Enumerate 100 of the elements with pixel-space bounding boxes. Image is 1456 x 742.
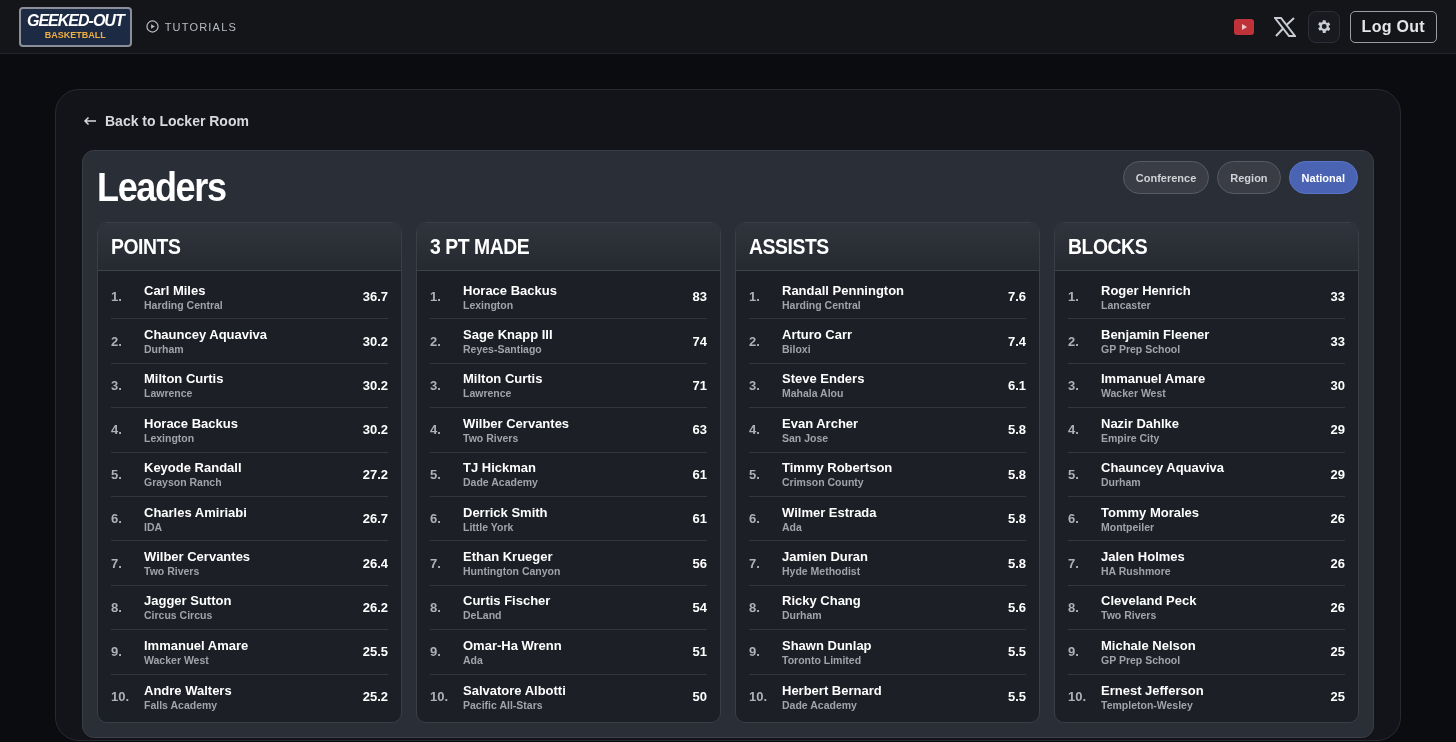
school-name: Dade Academy — [463, 476, 539, 489]
rank: 7. — [749, 555, 761, 571]
settings-button[interactable] — [1307, 10, 1340, 43]
rank: 10. — [1068, 689, 1088, 705]
school-name: Lawrence — [463, 387, 513, 400]
player-name: Ethan Krueger — [463, 549, 554, 565]
scope-tab[interactable]: Region — [1217, 161, 1281, 194]
school-name: Little York — [463, 520, 515, 533]
school-name: Montpeiler — [1101, 520, 1156, 533]
school-name: Dade Academy — [782, 698, 858, 711]
rank: 6. — [1068, 511, 1080, 527]
stat-value: 26 — [1330, 599, 1345, 615]
stat-value: 27.2 — [362, 466, 388, 482]
player-name: Roger Henrich — [1101, 282, 1192, 298]
log-out-button[interactable]: Log Out — [1349, 10, 1437, 43]
player-name: Curtis Fischer — [463, 593, 552, 609]
player-name: Milton Curtis — [463, 371, 544, 387]
stat-value: 25 — [1330, 689, 1345, 705]
school-name: Lawrence — [144, 387, 194, 400]
player-name: Wilmer Estrada — [782, 504, 878, 520]
tutorials-link[interactable]: TUTORIALS — [145, 20, 237, 33]
player-name: Immanuel Amare — [144, 637, 250, 653]
card-title: ASSISTS — [749, 233, 829, 260]
rank: 10. — [749, 689, 769, 705]
school-name: IDA — [144, 520, 164, 533]
player-name: Horace Backus — [144, 415, 239, 431]
player-name: Ricky Chang — [782, 593, 862, 609]
rank: 3. — [749, 377, 761, 393]
rank: 6. — [430, 511, 442, 527]
stat-value: 33 — [1330, 333, 1345, 349]
rank: 1. — [749, 289, 761, 305]
player-name: Nazir Dahlke — [1101, 415, 1181, 431]
scope-tab[interactable]: National — [1288, 161, 1358, 194]
school-name: Circus Circus — [144, 609, 214, 622]
stat-value: 7.6 — [1007, 289, 1026, 305]
rank: 2. — [749, 333, 761, 349]
player-name: Jamien Duran — [782, 549, 869, 565]
rank: 3. — [430, 377, 442, 393]
settings-icon — [1315, 18, 1333, 35]
school-name: Biloxi — [782, 343, 812, 356]
school-name: Two Rivers — [144, 565, 201, 578]
rank: 7. — [1068, 555, 1080, 571]
rank: 4. — [1068, 422, 1080, 438]
scope-tab[interactable]: Conference — [1122, 161, 1210, 194]
stat-value: 26 — [1330, 555, 1345, 571]
card-title: POINTS — [111, 233, 181, 260]
rank: 3. — [111, 377, 123, 393]
rank: 10. — [430, 689, 450, 705]
school-name: DeLand — [463, 609, 503, 622]
stat-value: 29 — [1330, 422, 1345, 438]
school-name: HA Rushmore — [1101, 565, 1172, 578]
school-name: Lexington — [144, 431, 196, 444]
player-name: Michale Nelson — [1101, 637, 1197, 653]
rank: 8. — [430, 599, 442, 615]
stat-value: 25.5 — [362, 644, 388, 660]
stat-value: 25 — [1330, 644, 1345, 660]
x-logo-icon[interactable] — [1273, 16, 1296, 37]
player-name: Keyode Randall — [144, 460, 243, 476]
school-name: Ada — [463, 653, 484, 666]
stat-value: 29 — [1330, 466, 1345, 482]
stat-value: 50 — [692, 689, 707, 705]
school-name: Lancaster — [1101, 298, 1152, 311]
school-name: Wacker West — [1101, 387, 1167, 400]
school-name: Durham — [144, 343, 185, 356]
stat-value: 5.8 — [1007, 422, 1026, 438]
stat-value: 5.8 — [1007, 466, 1026, 482]
school-name: Hyde Methodist — [782, 565, 862, 578]
player-name: Horace Backus — [463, 282, 558, 298]
player-name: Omar-Ha Wrenn — [463, 637, 563, 653]
stat-value: 61 — [692, 511, 707, 527]
rank: 6. — [749, 511, 761, 527]
back-link[interactable]: Back to Locker Room — [83, 113, 249, 129]
player-name: Jalen Holmes — [1101, 549, 1186, 565]
player-name: Andre Walters — [144, 682, 233, 698]
rank: 8. — [111, 599, 123, 615]
stat-value: 71 — [692, 377, 707, 393]
player-name: Carl Miles — [144, 282, 207, 298]
school-name: Falls Academy — [144, 698, 219, 711]
school-name: Empire City — [1101, 431, 1161, 444]
rank: 2. — [111, 333, 123, 349]
stat-value: 74 — [692, 333, 707, 349]
rank: 1. — [111, 289, 123, 305]
rank: 5. — [430, 466, 442, 482]
school-name: Durham — [1101, 476, 1142, 489]
play-circle-icon — [145, 20, 159, 33]
school-name: GP Prep School — [1101, 343, 1182, 356]
logo[interactable]: GEEKED-OUT BASKETBALL — [19, 6, 132, 47]
school-name: Grayson Ranch — [144, 476, 223, 489]
rank: 6. — [111, 511, 123, 527]
stat-value: 30.2 — [362, 422, 388, 438]
rank: 3. — [1068, 377, 1080, 393]
stat-value: 6.1 — [1007, 377, 1026, 393]
stat-value: 54 — [692, 599, 707, 615]
school-name: Durham — [782, 609, 823, 622]
stat-value: 30 — [1330, 377, 1345, 393]
rank: 4. — [111, 422, 123, 438]
school-name: Crimson County — [782, 476, 865, 489]
video-play-icon[interactable] — [1233, 18, 1254, 35]
school-name: Mahala Alou — [782, 387, 845, 400]
logo-title: GEEKED-OUT — [27, 13, 124, 29]
